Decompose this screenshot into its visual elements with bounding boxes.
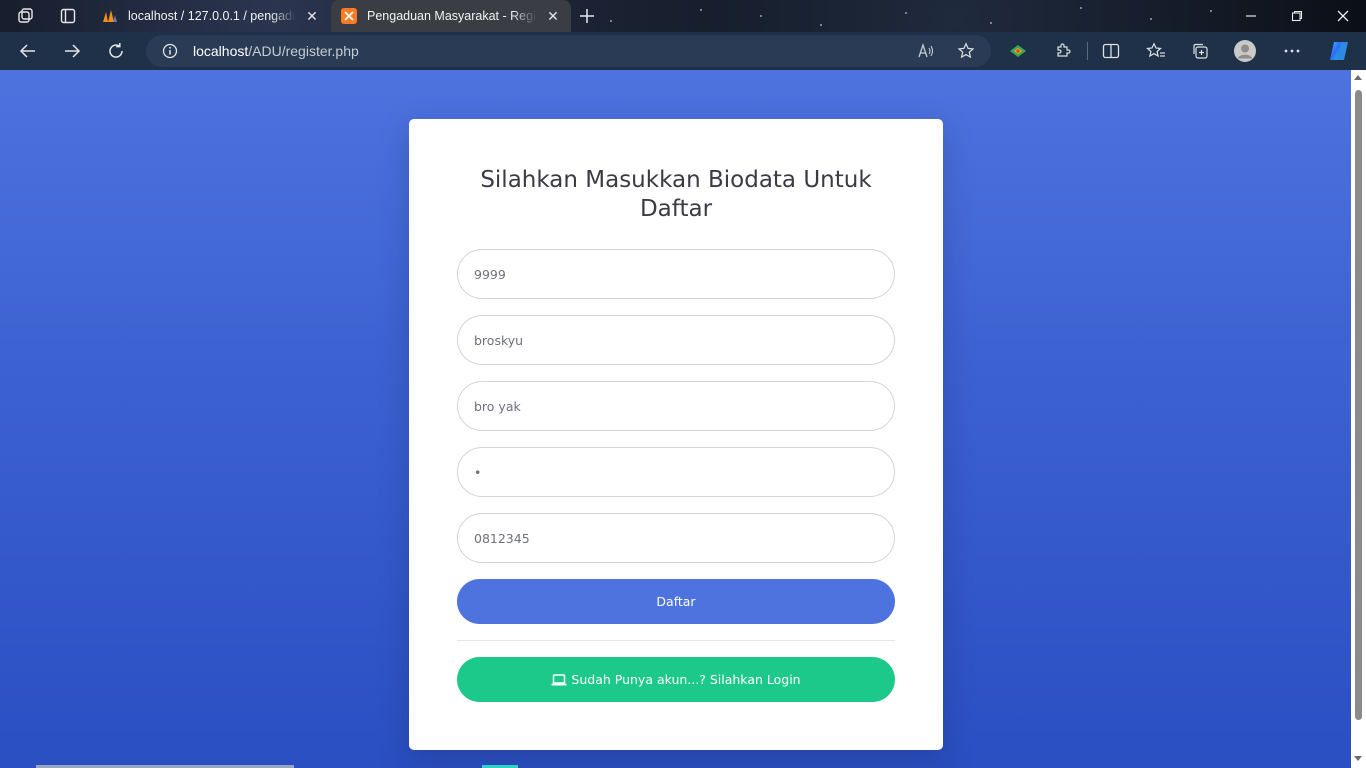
tab-phpmyadmin[interactable]: localhost / 127.0.0.1 / pengaduan ✕ xyxy=(92,0,330,32)
favorites-icon[interactable] xyxy=(1146,41,1166,61)
back-icon[interactable] xyxy=(16,39,40,63)
close-icon[interactable]: ✕ xyxy=(304,8,320,24)
workspaces-icon[interactable] xyxy=(16,6,36,26)
divider xyxy=(457,640,895,641)
profile-avatar-icon[interactable] xyxy=(1234,40,1256,62)
xampp-icon xyxy=(341,8,357,24)
tab-register[interactable]: Pengaduan Masyarakat - Register ✕ xyxy=(331,0,571,32)
restore-icon[interactable] xyxy=(1274,0,1320,32)
tab-title: localhost / 127.0.0.1 / pengaduan xyxy=(128,9,296,23)
url-host: localhost xyxy=(193,43,249,59)
split-screen-icon[interactable] xyxy=(1101,41,1121,61)
tab-actions-icon[interactable] xyxy=(58,6,78,26)
minimize-icon[interactable] xyxy=(1228,0,1274,32)
browser-toolbar: localhost/ADU/register.php xyxy=(0,32,1366,70)
laptop-icon xyxy=(551,673,567,686)
login-link-label: Sudah Punya akun...? Silahkan Login xyxy=(571,672,801,687)
site-info-icon[interactable] xyxy=(162,43,178,59)
refresh-icon[interactable] xyxy=(104,39,128,63)
login-link-button[interactable]: Sudah Punya akun...? Silahkan Login xyxy=(457,657,895,702)
register-card: Silahkan Masukkan Biodata Untuk Daftar D… xyxy=(409,119,943,750)
nik-input[interactable] xyxy=(457,249,895,299)
forward-icon[interactable] xyxy=(60,39,84,63)
tab-title: Pengaduan Masyarakat - Register xyxy=(367,9,537,23)
username-input[interactable] xyxy=(457,315,895,365)
scroll-down-icon[interactable] xyxy=(1354,756,1362,761)
read-aloud-icon[interactable] xyxy=(916,41,936,61)
register-button[interactable]: Daftar xyxy=(457,579,895,624)
toolbar-divider xyxy=(1087,42,1088,60)
page-title: Silahkan Masukkan Biodata Untuk Daftar xyxy=(480,167,872,222)
page-background: Silahkan Masukkan Biodata Untuk Daftar D… xyxy=(0,70,1351,768)
browser-tab-strip: localhost / 127.0.0.1 / pengaduan ✕ Peng… xyxy=(0,0,1366,32)
scroll-up-icon[interactable] xyxy=(1354,75,1362,80)
window-close-icon[interactable] xyxy=(1320,0,1366,32)
url-text[interactable]: localhost/ADU/register.php xyxy=(193,43,359,59)
page-scrollbar[interactable] xyxy=(1351,70,1366,768)
extension-colorful-icon[interactable] xyxy=(1008,41,1028,61)
copilot-icon[interactable] xyxy=(1326,41,1352,61)
telp-input[interactable] xyxy=(457,513,895,563)
address-bar[interactable]: localhost/ADU/register.php xyxy=(146,35,991,67)
nama-input[interactable] xyxy=(457,381,895,431)
new-tab-icon[interactable] xyxy=(577,6,597,26)
collections-icon[interactable] xyxy=(1190,41,1210,61)
extensions-icon[interactable] xyxy=(1053,41,1073,61)
close-icon[interactable]: ✕ xyxy=(545,8,561,24)
password-input[interactable] xyxy=(457,447,895,497)
favorite-star-icon[interactable] xyxy=(956,41,976,61)
more-menu-icon[interactable] xyxy=(1282,41,1302,61)
scrollbar-thumb[interactable] xyxy=(1355,90,1362,720)
url-path: /ADU/register.php xyxy=(248,43,359,59)
phpmyadmin-icon xyxy=(102,8,118,24)
